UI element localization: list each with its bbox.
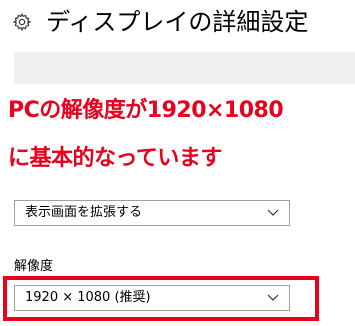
content-band — [14, 52, 355, 84]
chevron-down-icon — [267, 294, 279, 301]
page-title: ディスプレイの詳細設定 — [46, 8, 309, 36]
display-mode-value: 表示画面を拡張する — [25, 205, 143, 220]
chevron-down-icon — [267, 209, 279, 216]
settings-header: ディスプレイの詳細設定 — [0, 0, 355, 44]
resolution-value: 1920 × 1080 (推奨) — [25, 290, 151, 305]
annotation-line-1: PCの解像度が1920×1080 — [8, 98, 284, 123]
display-mode-dropdown[interactable]: 表示画面を拡張する — [14, 200, 290, 226]
resolution-label: 解像度 — [14, 259, 54, 274]
resolution-dropdown[interactable]: 1920 × 1080 (推奨) — [14, 285, 290, 311]
annotation-line-2: に基本的なっています — [8, 146, 222, 171]
gear-icon — [12, 12, 32, 32]
annotation-overlay: PCの解像度が1920×1080 に基本的なっています — [0, 86, 355, 186]
